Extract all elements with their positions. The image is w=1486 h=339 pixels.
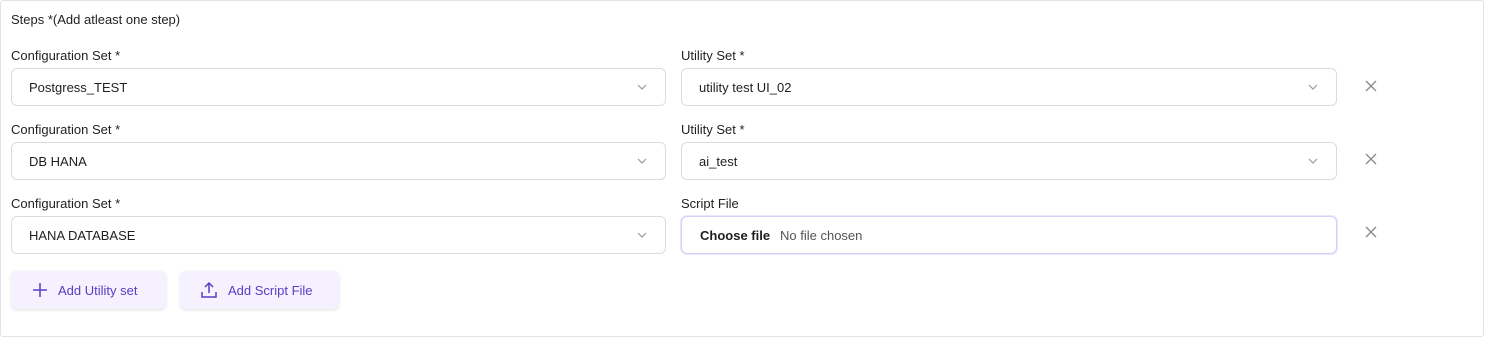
section-title: Steps *(Add atleast one step) <box>11 12 181 27</box>
utility-set-select-1[interactable]: utility test UI_02 <box>681 68 1337 106</box>
utility-set-value-2: ai_test <box>699 154 738 169</box>
add-utility-set-button[interactable]: Add Utility set <box>11 271 166 309</box>
chevron-down-icon <box>637 158 647 164</box>
config-set-label-2: Configuration Set * <box>11 122 121 137</box>
config-set-value-3: HANA DATABASE <box>29 228 136 243</box>
config-set-value-1: Postgress_TEST <box>29 80 128 95</box>
chevron-down-icon <box>637 232 647 238</box>
utility-set-label-2: Utility Set * <box>681 122 745 137</box>
chevron-down-icon <box>1308 84 1318 90</box>
utility-set-select-2[interactable]: ai_test <box>681 142 1337 180</box>
chevron-down-icon <box>637 84 647 90</box>
utility-set-label-1: Utility Set * <box>681 48 745 63</box>
close-icon[interactable] <box>1365 226 1377 238</box>
add-script-file-button[interactable]: Add Script File <box>180 271 339 309</box>
config-set-select-1[interactable]: Postgress_TEST <box>11 68 666 106</box>
config-set-value-2: DB HANA <box>29 154 87 169</box>
script-file-input[interactable]: Choose file No file chosen <box>681 216 1337 254</box>
chevron-down-icon <box>1308 158 1318 164</box>
file-status: No file chosen <box>780 228 863 243</box>
config-set-label-1: Configuration Set * <box>11 48 121 63</box>
choose-file-button[interactable]: Choose file <box>700 228 770 243</box>
plus-icon <box>33 283 47 297</box>
config-set-select-3[interactable]: HANA DATABASE <box>11 216 666 254</box>
close-icon[interactable] <box>1365 153 1377 165</box>
close-icon[interactable] <box>1365 80 1377 92</box>
add-script-file-label: Add Script File <box>228 283 313 298</box>
utility-set-value-1: utility test UI_02 <box>699 80 792 95</box>
script-file-label: Script File <box>681 196 739 211</box>
config-set-label-3: Configuration Set * <box>11 196 121 211</box>
steps-panel: Steps *(Add atleast one step) Configurat… <box>0 0 1484 337</box>
upload-icon <box>201 281 217 298</box>
config-set-select-2[interactable]: DB HANA <box>11 142 666 180</box>
add-utility-set-label: Add Utility set <box>58 283 138 298</box>
